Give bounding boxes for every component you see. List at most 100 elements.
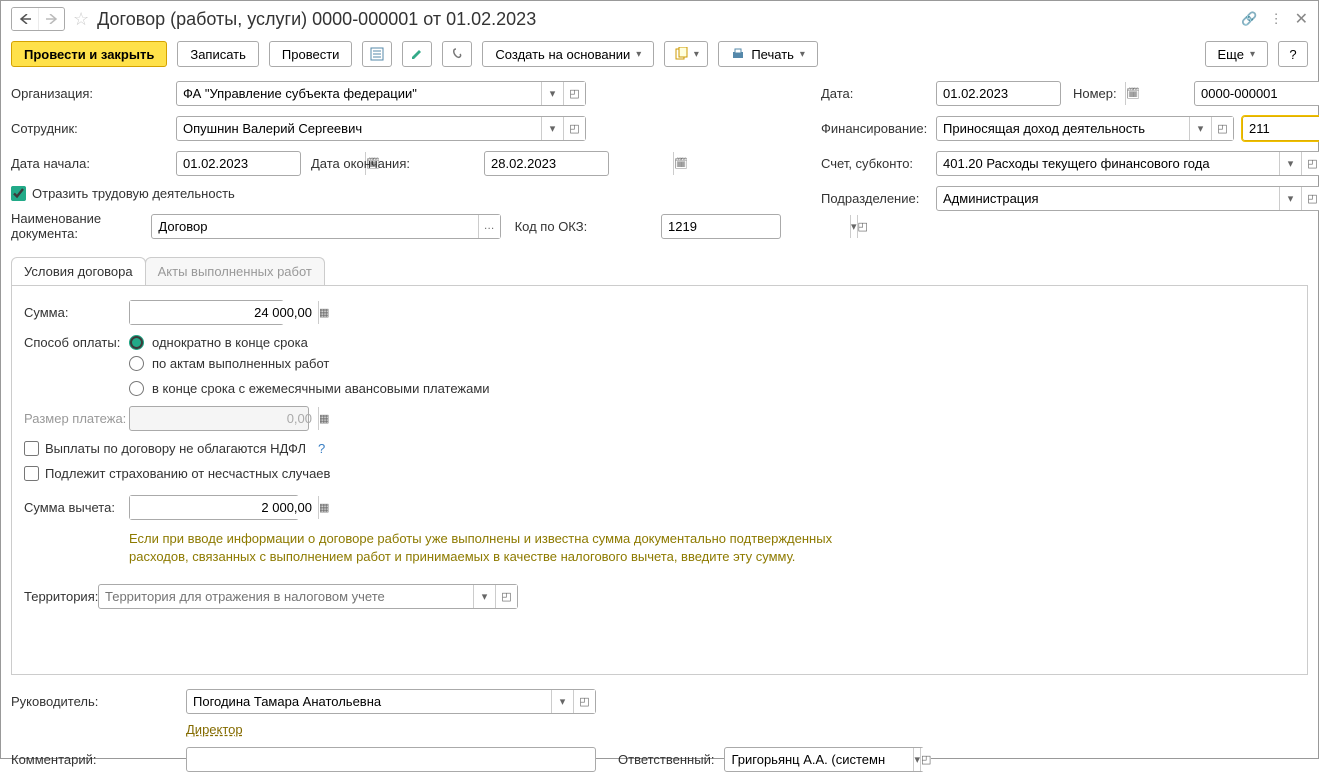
attach-icon-button[interactable] — [442, 41, 472, 67]
responsible-input[interactable] — [725, 748, 913, 771]
payway-option-1: однократно в конце срока — [152, 335, 308, 350]
open-icon[interactable]: ◰ — [563, 117, 585, 140]
deduct-field[interactable]: ▦ — [129, 495, 299, 520]
start-date-field[interactable]: 🗓 — [176, 151, 301, 176]
paysize-label: Размер платежа: — [24, 411, 129, 426]
payway-radio-1[interactable] — [129, 335, 144, 350]
open-icon[interactable]: ◰ — [1211, 117, 1233, 140]
responsible-field[interactable]: ▾ ◰ — [724, 747, 924, 772]
comment-field[interactable] — [186, 747, 596, 772]
open-icon[interactable]: ◰ — [1301, 152, 1319, 175]
account-label: Счет, субконто: — [821, 156, 936, 171]
open-icon[interactable]: ◰ — [495, 585, 517, 608]
dropdown-icon[interactable]: ▾ — [541, 82, 563, 105]
link-icon[interactable]: 🔗 — [1241, 11, 1257, 27]
no-ndfl-checkbox[interactable] — [24, 441, 39, 456]
payway-radio-2[interactable] — [129, 356, 144, 371]
leader-post-link[interactable]: Директор — [186, 722, 243, 737]
dropdown-icon[interactable]: ▾ — [551, 690, 573, 713]
page-title: Договор (работы, услуги) 0000-000001 от … — [97, 9, 1233, 30]
dropdown-icon[interactable]: ▾ — [541, 117, 563, 140]
organization-field[interactable]: ▾ ◰ — [176, 81, 586, 106]
open-icon[interactable]: ◰ — [563, 82, 585, 105]
leader-label: Руководитель: — [11, 694, 176, 709]
reflect-labor-checkbox[interactable] — [11, 186, 26, 201]
kosgu-input[interactable] — [1243, 117, 1319, 140]
number-field[interactable] — [1194, 81, 1319, 106]
dropdown-icon[interactable]: ▾ — [1279, 187, 1301, 210]
copy-icon-button[interactable] — [664, 41, 708, 67]
territory-input[interactable] — [99, 585, 473, 608]
start-date-label: Дата начала: — [11, 156, 176, 171]
kosgu-field[interactable]: ▾ ◰ — [1242, 116, 1319, 141]
employee-input[interactable] — [177, 117, 541, 140]
calc-icon[interactable]: ▦ — [318, 496, 329, 519]
payway-option-3: в конце срока с ежемесячными авансовыми … — [152, 381, 490, 396]
tab-acts[interactable]: Акты выполненных работ — [145, 257, 325, 285]
dropdown-icon[interactable]: ▾ — [1279, 152, 1301, 175]
edit-icon-button[interactable] — [402, 41, 432, 67]
leader-input[interactable] — [187, 690, 551, 713]
account-field[interactable]: ▾ ◰ — [936, 151, 1319, 176]
department-field[interactable]: ▾ ◰ — [936, 186, 1319, 211]
payway-radio-3[interactable] — [129, 381, 144, 396]
docname-label: Наименование документа: — [11, 211, 151, 241]
date-label: Дата: — [821, 86, 936, 101]
kebab-menu-icon[interactable]: ⋮ — [1270, 11, 1283, 27]
help-button[interactable]: ? — [1278, 41, 1308, 67]
tab-conditions[interactable]: Условия договора — [11, 257, 146, 285]
payway-option-2: по актам выполненных работ — [152, 356, 329, 371]
post-button[interactable]: Провести — [269, 41, 353, 67]
okz-label: Код по ОКЗ: — [515, 219, 655, 234]
financing-input[interactable] — [937, 117, 1189, 140]
open-icon[interactable]: ◰ — [573, 690, 595, 713]
reflect-labor-label: Отразить трудовую деятельность — [32, 186, 235, 201]
nav-back-button[interactable] — [12, 8, 38, 30]
calc-icon: ▦ — [318, 407, 329, 430]
organization-input[interactable] — [177, 82, 541, 105]
end-date-field[interactable]: 🗓 — [484, 151, 609, 176]
save-button[interactable]: Записать — [177, 41, 259, 67]
list-icon-button[interactable] — [362, 41, 392, 67]
leader-field[interactable]: ▾ ◰ — [186, 689, 596, 714]
financing-field[interactable]: ▾ ◰ — [936, 116, 1234, 141]
insurance-label: Подлежит страхованию от несчастных случа… — [45, 466, 330, 481]
dropdown-icon[interactable]: ▾ — [473, 585, 495, 608]
date-field[interactable]: 🗓 — [936, 81, 1061, 106]
end-date-input[interactable] — [485, 152, 673, 175]
dropdown-icon[interactable]: ▾ — [1189, 117, 1211, 140]
territory-field[interactable]: ▾ ◰ — [98, 584, 518, 609]
comment-input[interactable] — [187, 748, 595, 771]
favorite-star-icon[interactable]: ☆ — [73, 9, 89, 30]
ellipsis-icon[interactable]: … — [478, 215, 500, 238]
nav-forward-button[interactable] — [38, 8, 64, 30]
insurance-checkbox[interactable] — [24, 466, 39, 481]
create-based-button[interactable]: Создать на основании — [482, 41, 654, 67]
calc-icon[interactable]: ▦ — [318, 301, 329, 324]
sum-label: Сумма: — [24, 305, 129, 320]
department-input[interactable] — [937, 187, 1279, 210]
open-icon[interactable]: ◰ — [1301, 187, 1319, 210]
okz-field[interactable]: ▾ ◰ — [661, 214, 781, 239]
no-ndfl-label: Выплаты по договору не облагаются НДФЛ — [45, 441, 306, 456]
close-icon[interactable]: ✕ — [1295, 9, 1308, 29]
sum-input[interactable] — [130, 301, 318, 324]
employee-field[interactable]: ▾ ◰ — [176, 116, 586, 141]
responsible-label: Ответственный: — [618, 752, 714, 767]
more-button[interactable]: Еще — [1205, 41, 1268, 67]
number-input[interactable] — [1195, 82, 1319, 105]
comment-label: Комментарий: — [11, 752, 176, 767]
post-and-close-button[interactable]: Провести и закрыть — [11, 41, 167, 67]
organization-label: Организация: — [11, 86, 176, 101]
calendar-icon[interactable]: 🗓 — [673, 152, 688, 175]
paysize-input — [130, 407, 318, 430]
open-icon[interactable]: ◰ — [920, 748, 931, 771]
account-input[interactable] — [937, 152, 1279, 175]
docname-input[interactable] — [152, 215, 477, 238]
deduct-input[interactable] — [130, 496, 318, 519]
help-icon[interactable]: ? — [318, 441, 325, 456]
end-date-label: Дата окончания: — [311, 156, 476, 171]
sum-field[interactable]: ▦ — [129, 300, 284, 325]
docname-field[interactable]: … — [151, 214, 500, 239]
print-button[interactable]: Печать — [718, 41, 818, 67]
